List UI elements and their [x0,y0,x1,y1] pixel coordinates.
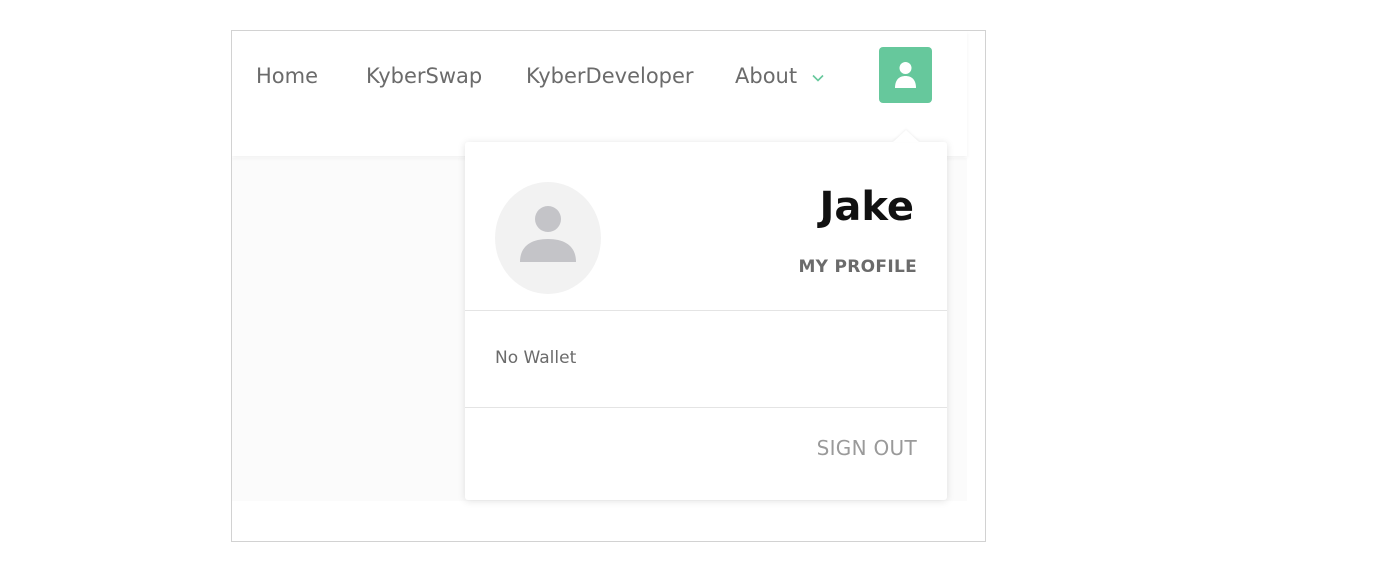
chevron-down-icon[interactable] [812,69,824,82]
user-menu-button[interactable] [879,47,932,103]
sign-out-button[interactable]: SIGN OUT [817,435,917,461]
app-window: Home KyberSwap KyberDeveloper About Jake… [231,30,986,542]
top-navbar: Home KyberSwap KyberDeveloper About [232,31,967,156]
divider [465,407,947,408]
dropdown-pointer [893,130,919,142]
nav-about-link[interactable]: About [735,62,797,90]
user-name: Jake [819,184,914,230]
wallet-status: No Wallet [495,348,577,368]
avatar [495,182,601,294]
nav-kyberswap-link[interactable]: KyberSwap [366,62,482,90]
my-profile-link[interactable]: MY PROFILE [798,256,917,278]
nav-kyberdeveloper-link[interactable]: KyberDeveloper [526,62,694,90]
divider [465,310,947,311]
profile-dropdown: Jake MY PROFILE No Wallet SIGN OUT [465,130,947,500]
nav-home-link[interactable]: Home [256,62,318,90]
